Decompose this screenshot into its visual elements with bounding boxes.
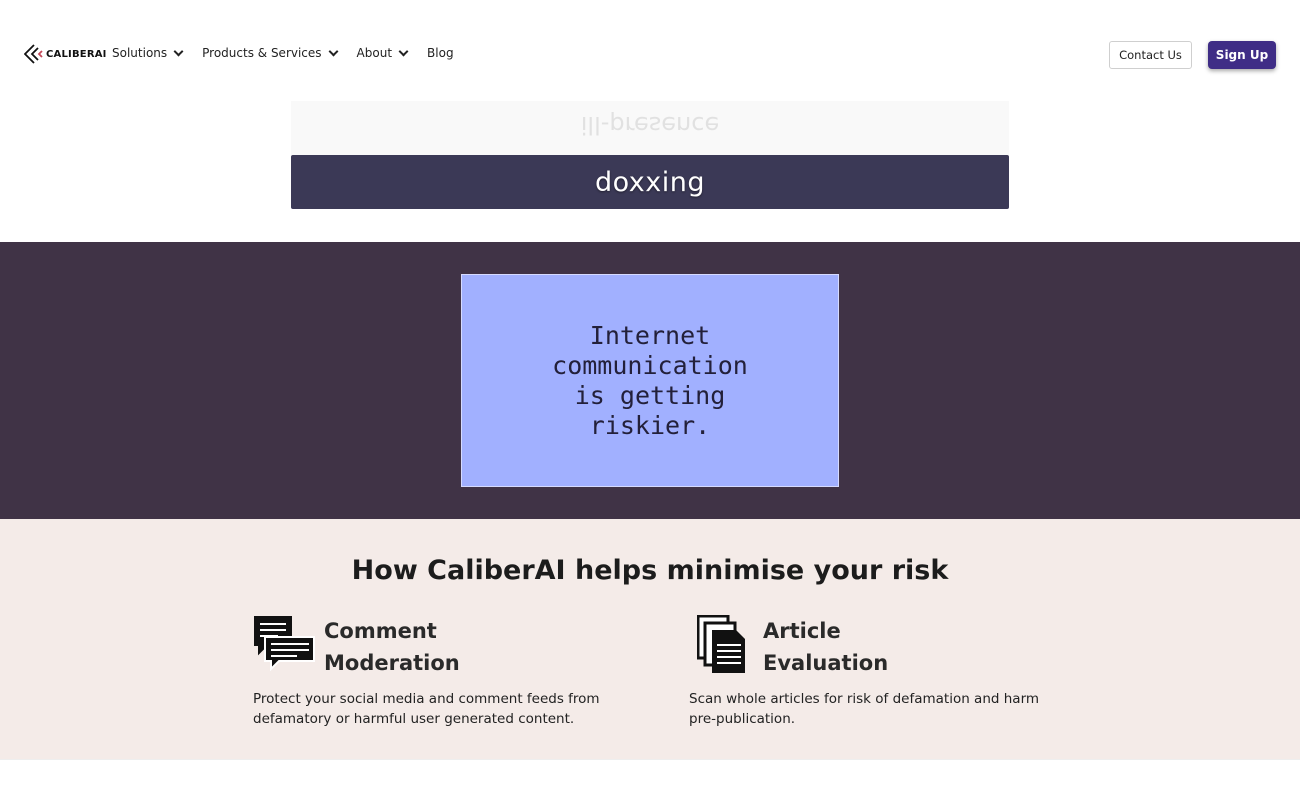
previous-risk-word-text: ill-presence [580, 111, 720, 139]
previous-risk-word: ill-presence [291, 101, 1009, 155]
feature-header: Article Evaluation [689, 615, 1049, 679]
menu-item-products-services[interactable]: Products & Services [202, 46, 338, 60]
chat-bubbles-icon [254, 616, 315, 671]
active-risk-word-text: doxxing [594, 166, 706, 198]
feature-title: Comment Moderation [324, 619, 460, 675]
documents-icon [697, 615, 745, 673]
menu-item-label: Products & Services [202, 46, 322, 60]
menu-item-solutions[interactable]: Solutions [112, 46, 184, 60]
menu-item-about[interactable]: About [356, 46, 409, 60]
feature-article-evaluation: Article Evaluation Scan whole articles f… [689, 615, 1049, 729]
logo-text: CALIBERAI [46, 48, 107, 60]
section-title: How CaliberAI helps minimise your risk [351, 555, 949, 586]
menu-item-label: Blog [427, 46, 454, 60]
feature-description: Protect your social media and comment fe… [253, 691, 600, 727]
hero-card: Internet communication is getting riskie… [461, 274, 839, 487]
chevron-down-icon [398, 46, 409, 56]
main-menu: Solutions Products & Services About Blog [112, 46, 474, 60]
caliberai-logo[interactable]: CALIBERAI [24, 44, 107, 64]
section-divider [0, 759, 1300, 760]
feature-header: Comment Moderation [253, 615, 613, 679]
chevron-down-icon [173, 46, 184, 56]
chevron-down-icon [328, 46, 338, 56]
risk-section: How CaliberAI helps minimise your risk C… [0, 519, 1300, 759]
menu-item-blog[interactable]: Blog [427, 46, 454, 60]
top-navigation: CALIBERAI Solutions Products & Services … [0, 0, 1300, 100]
feature-title: Article Evaluation [763, 619, 889, 675]
contact-us-button[interactable]: Contact Us [1109, 41, 1192, 69]
menu-item-label: About [356, 46, 393, 60]
sign-up-button[interactable]: Sign Up [1208, 41, 1276, 69]
feature-comment-moderation: Comment Moderation Protect your social m… [253, 615, 613, 729]
feature-description: Scan whole articles for risk of defamati… [689, 691, 1040, 727]
hero-band: Internet communication is getting riskie… [0, 242, 1300, 519]
caliberai-logo-icon [24, 44, 43, 64]
active-risk-word: doxxing [291, 155, 1009, 209]
hero-card-text: Internet communication is getting riskie… [552, 320, 748, 440]
menu-item-label: Solutions [112, 46, 168, 60]
